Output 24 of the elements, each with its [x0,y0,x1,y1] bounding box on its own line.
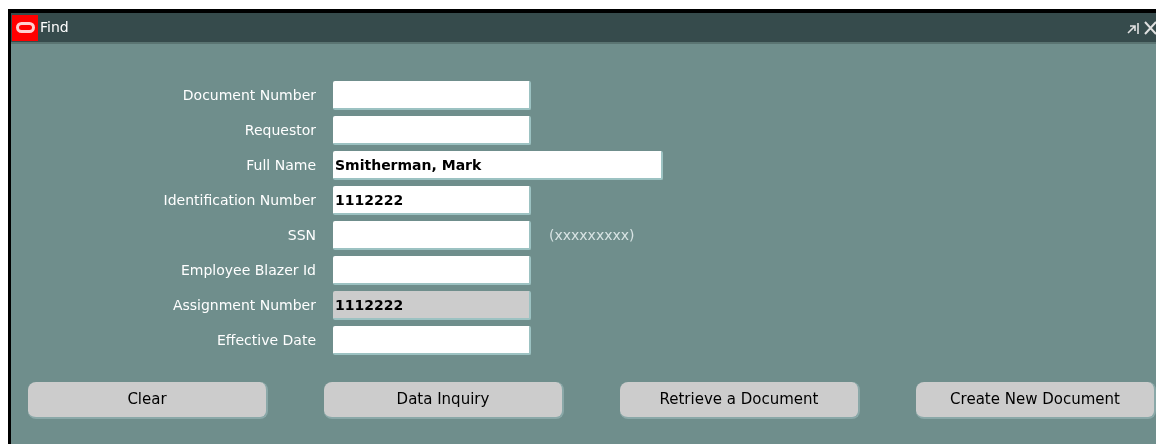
input-field[interactable] [333,116,531,145]
field-label: SSN [286,226,316,245]
input-field[interactable] [333,221,531,250]
input-field[interactable]: Smitherman, Mark [333,151,663,180]
action-button[interactable]: Data Inquiry [324,382,564,419]
input-field[interactable] [333,326,531,355]
window-title: Find [40,18,69,37]
input-field[interactable] [333,81,531,110]
field-label: Document Number [181,86,316,105]
action-button[interactable]: Retrieve a Document [620,382,860,419]
field-label: Full Name [245,156,316,175]
app-logo-icon [12,14,38,41]
field-label: Requestor [243,121,316,140]
format-hint: (xxxxxxxxx) [549,226,635,245]
action-button[interactable]: Create New Document [916,382,1156,419]
field-label: Effective Date [216,331,316,350]
field-label: Employee Blazer Id [179,261,316,280]
input-field[interactable] [333,256,531,285]
maximize-icon[interactable] [1126,20,1140,35]
close-icon[interactable] [1144,20,1156,35]
action-button[interactable]: Clear [28,382,268,419]
field-label: Identification Number [162,191,316,210]
input-field[interactable]: 1112222 [333,186,531,215]
field-label: Assignment Number [171,296,316,315]
